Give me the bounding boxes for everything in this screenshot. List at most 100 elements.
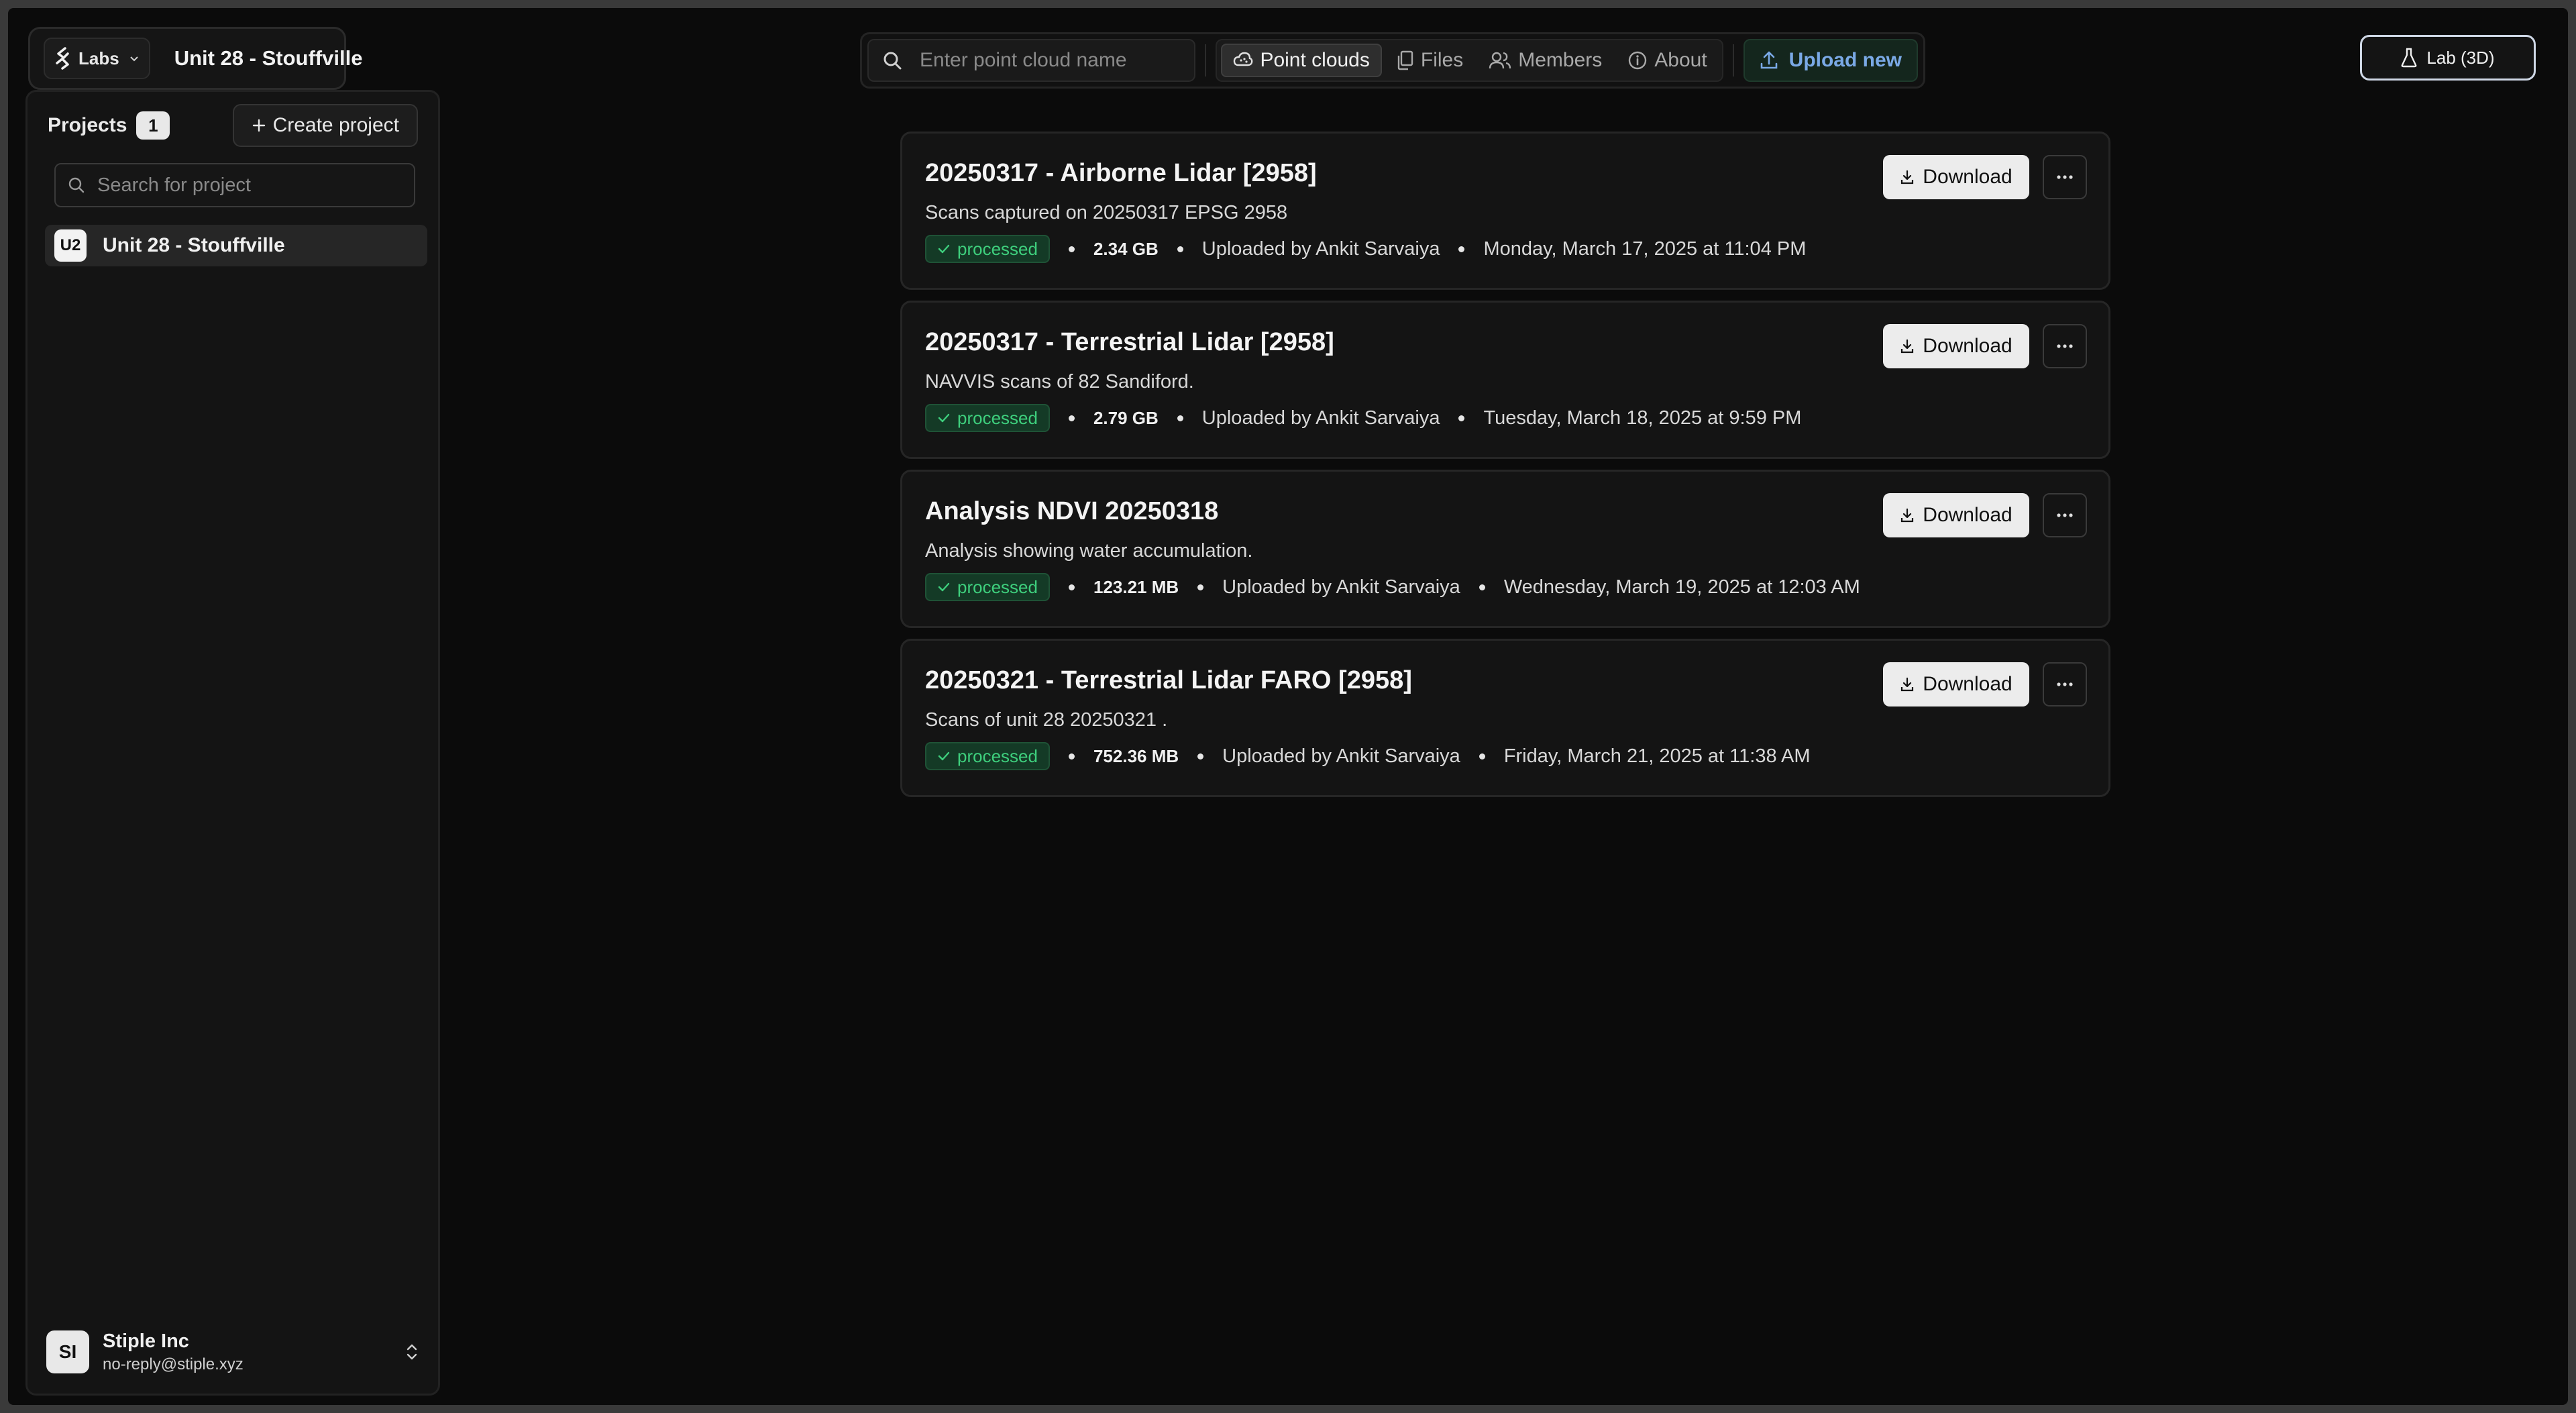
user-info: Stiple Inc no-reply@stiple.xyz bbox=[103, 1330, 244, 1374]
download-label: Download bbox=[1923, 166, 2012, 188]
upload-date: Tuesday, March 18, 2025 at 9:59 PM bbox=[1483, 407, 1802, 429]
more-horizontal-icon bbox=[2056, 513, 2074, 518]
user-name: Stiple Inc bbox=[103, 1330, 189, 1352]
projects-sidebar: Projects 1 Create project U2 Unit 28 - S… bbox=[25, 90, 440, 1396]
separator-dot bbox=[1458, 246, 1465, 252]
status-badge: processed bbox=[925, 742, 1050, 770]
separator-dot bbox=[1177, 246, 1183, 252]
file-size: 2.34 GB bbox=[1093, 238, 1159, 259]
org-name: Labs bbox=[78, 48, 119, 68]
uploader: Uploaded by Ankit Sarvaiya bbox=[1201, 238, 1440, 260]
sidebar-header: Projects 1 Create project bbox=[28, 104, 438, 147]
user-account-switcher[interactable]: SI Stiple Inc no-reply@stiple.xyz bbox=[46, 1321, 419, 1383]
card-meta: processed 752.36 MB Uploaded by Ankit Sa… bbox=[925, 741, 1811, 771]
divider bbox=[1205, 44, 1207, 76]
download-button[interactable]: Download bbox=[1883, 155, 2029, 199]
download-icon bbox=[1900, 338, 1915, 354]
check-icon bbox=[937, 580, 951, 594]
user-email: no-reply@stiple.xyz bbox=[103, 1355, 244, 1373]
download-icon bbox=[1900, 507, 1915, 523]
plus-icon bbox=[252, 118, 266, 133]
project-search-input[interactable] bbox=[97, 174, 402, 197]
projects-count-badge: 1 bbox=[136, 111, 170, 140]
app-window: Labs Unit 28 - Stouffville Point clouds bbox=[8, 8, 2568, 1405]
upload-date: Monday, March 17, 2025 at 11:04 PM bbox=[1483, 238, 1807, 260]
divider bbox=[1732, 44, 1734, 76]
card-description: Analysis showing water accumulation. bbox=[925, 540, 1253, 562]
tab-about[interactable]: About bbox=[1617, 44, 1717, 77]
point-cloud-card[interactable]: 20250321 - Terrestrial Lidar FARO [2958]… bbox=[900, 639, 2110, 797]
download-label: Download bbox=[1923, 673, 2012, 695]
flask-icon bbox=[2401, 48, 2417, 68]
labs-logo-icon bbox=[54, 47, 72, 70]
uploader: Uploaded by Ankit Sarvaiya bbox=[1222, 576, 1460, 598]
file-size: 2.79 GB bbox=[1093, 407, 1159, 428]
card-meta: processed 123.21 MB Uploaded by Ankit Sa… bbox=[925, 572, 1860, 602]
separator-dot bbox=[1068, 246, 1075, 252]
check-icon bbox=[937, 411, 951, 425]
cloud-icon bbox=[1233, 52, 1253, 69]
card-meta: processed 2.79 GB Uploaded by Ankit Sarv… bbox=[925, 403, 1801, 433]
top-navigation: Point clouds Files Members About bbox=[860, 32, 1925, 89]
create-project-label: Create project bbox=[272, 114, 399, 136]
upload-date: Friday, March 21, 2025 at 11:38 AM bbox=[1503, 745, 1811, 767]
chevron-up-down-icon bbox=[405, 1341, 419, 1363]
download-button[interactable]: Download bbox=[1883, 493, 2029, 537]
members-icon bbox=[1489, 51, 1511, 70]
card-description: Scans captured on 20250317 EPSG 2958 bbox=[925, 202, 1288, 223]
download-button[interactable]: Download bbox=[1883, 324, 2029, 368]
chevron-down-icon bbox=[129, 53, 140, 64]
tab-label: About bbox=[1654, 49, 1707, 71]
separator-dot bbox=[1479, 753, 1485, 760]
point-cloud-card[interactable]: 20250317 - Terrestrial Lidar [2958] NAVV… bbox=[900, 301, 2110, 459]
tab-bar: Point clouds Files Members About bbox=[1216, 39, 1723, 82]
upload-new-button[interactable]: Upload new bbox=[1743, 39, 1918, 82]
card-description: Scans of unit 28 20250321 . bbox=[925, 709, 1168, 731]
separator-dot bbox=[1458, 415, 1465, 421]
more-options-button[interactable] bbox=[2043, 493, 2087, 537]
point-cloud-search-input[interactable] bbox=[920, 49, 1181, 72]
separator-dot bbox=[1177, 415, 1183, 421]
uploader: Uploaded by Ankit Sarvaiya bbox=[1201, 407, 1440, 429]
tab-label: Point clouds bbox=[1260, 49, 1370, 71]
create-project-button[interactable]: Create project bbox=[232, 104, 418, 147]
sidebar-item-project[interactable]: U2 Unit 28 - Stouffville bbox=[45, 225, 427, 266]
more-options-button[interactable] bbox=[2043, 662, 2087, 706]
status-badge: processed bbox=[925, 404, 1050, 432]
check-icon bbox=[937, 749, 951, 763]
org-switcher: Labs Unit 28 - Stouffville bbox=[28, 27, 362, 90]
org-dropdown[interactable]: Labs bbox=[44, 38, 150, 79]
more-options-button[interactable] bbox=[2043, 324, 2087, 368]
card-title: 20250317 - Terrestrial Lidar [2958] bbox=[925, 328, 1334, 356]
project-search[interactable] bbox=[54, 163, 415, 207]
projects-title: Projects bbox=[48, 114, 127, 136]
more-horizontal-icon bbox=[2056, 682, 2074, 687]
upload-icon bbox=[1760, 50, 1778, 70]
tab-members[interactable]: Members bbox=[1478, 44, 1613, 77]
current-project-title[interactable]: Unit 28 - Stouffville bbox=[174, 46, 363, 70]
download-icon bbox=[1900, 676, 1915, 692]
card-title: 20250317 - Airborne Lidar [2958] bbox=[925, 159, 1317, 187]
search-icon bbox=[882, 50, 902, 70]
download-button[interactable]: Download bbox=[1883, 662, 2029, 706]
tab-label: Files bbox=[1420, 49, 1464, 71]
point-cloud-search[interactable] bbox=[867, 39, 1196, 82]
point-cloud-card[interactable]: Analysis NDVI 20250318 Analysis showing … bbox=[900, 470, 2110, 628]
more-options-button[interactable] bbox=[2043, 155, 2087, 199]
separator-dot bbox=[1197, 753, 1204, 760]
project-name: Unit 28 - Stouffville bbox=[103, 234, 285, 256]
point-cloud-card[interactable]: 20250317 - Airborne Lidar [2958] Scans c… bbox=[900, 132, 2110, 290]
status-label: processed bbox=[957, 576, 1038, 597]
download-label: Download bbox=[1923, 335, 2012, 357]
lab-3d-button[interactable]: Lab (3D) bbox=[2360, 35, 2536, 81]
file-size: 123.21 MB bbox=[1093, 576, 1179, 597]
avatar: SI bbox=[46, 1330, 89, 1373]
info-icon bbox=[1627, 50, 1648, 70]
tab-files[interactable]: Files bbox=[1386, 44, 1474, 77]
check-icon bbox=[937, 242, 951, 256]
tab-label: Members bbox=[1518, 49, 1603, 71]
files-icon bbox=[1397, 50, 1414, 70]
download-label: Download bbox=[1923, 504, 2012, 526]
search-icon bbox=[68, 176, 85, 194]
tab-point-clouds[interactable]: Point clouds bbox=[1221, 44, 1382, 77]
